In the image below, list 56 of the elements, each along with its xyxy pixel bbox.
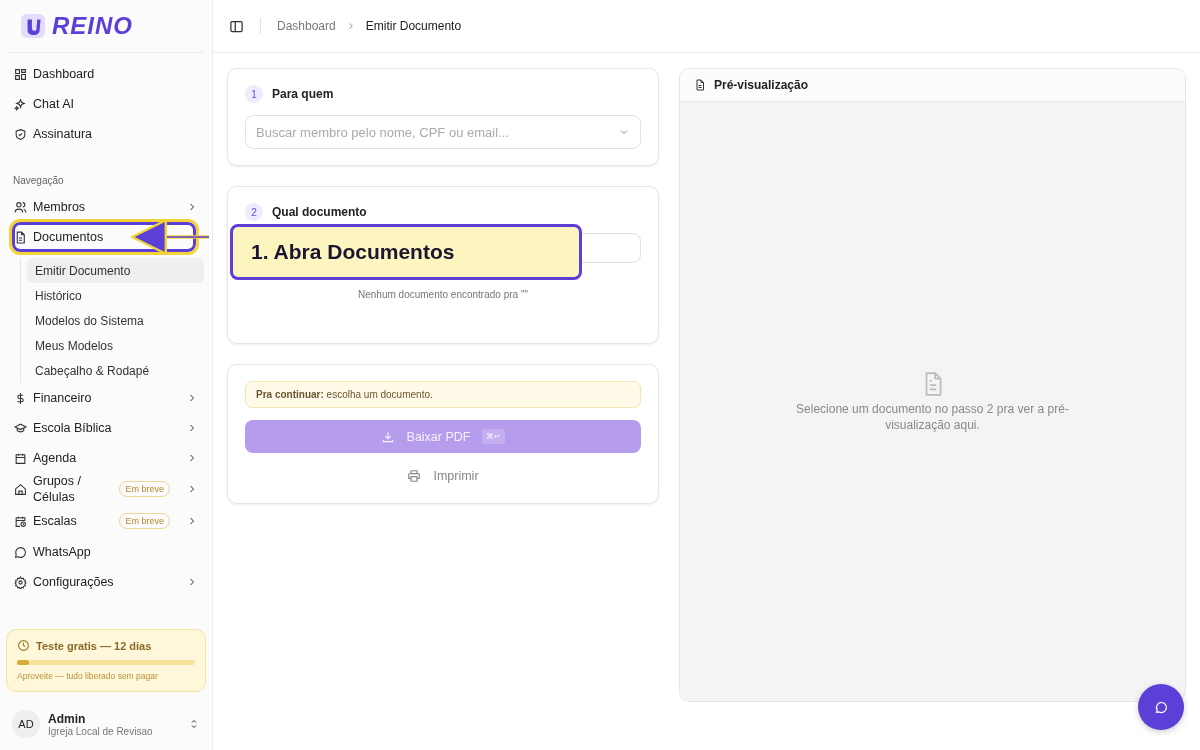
sidebar-item[interactable]: Dashboard	[8, 59, 204, 89]
sidebar-item[interactable]: Chat AI	[8, 89, 204, 119]
notice-message: Pra continuar: escolha um documento.	[245, 381, 641, 408]
trial-note: Aproveite — tudo liberado sem pagar	[17, 671, 159, 681]
calendar-icon	[14, 451, 27, 465]
sidebar-item[interactable]: Agenda	[8, 443, 204, 473]
tutorial-tooltip: 1. Abra Documentos	[230, 224, 582, 280]
sidebar-subitem[interactable]: Cabeçalho & Rodapé	[27, 358, 204, 383]
avatar: AD	[12, 710, 40, 738]
chat-button[interactable]	[1138, 684, 1184, 730]
section-title: Navegação	[12, 174, 65, 188]
grid-icon	[14, 67, 27, 81]
clock-icon	[17, 639, 30, 652]
preview-empty-message: Selecione um documento no passo 2 pra ver a pré-visualização aqui.	[795, 400, 1070, 433]
users-icon	[14, 200, 27, 214]
graduation-cap-icon	[14, 421, 27, 435]
sidebar-item[interactable]: Escalas Em breve	[8, 505, 204, 537]
home-icon	[14, 482, 27, 496]
step-title: Para quem	[272, 87, 334, 101]
download-icon	[380, 429, 395, 444]
sidebar-item[interactable]: Membros	[8, 192, 204, 222]
chat-bubble-icon	[1153, 699, 1169, 715]
document-icon	[14, 230, 27, 244]
shield-icon	[14, 127, 27, 141]
user-menu[interactable]: AD Admin Igreja Local de Revisao	[0, 700, 212, 750]
dollar-icon	[14, 391, 27, 405]
sparkle-icon	[14, 97, 27, 111]
chat-bubble-icon	[14, 545, 27, 559]
step-number: 2	[245, 203, 263, 221]
step-title: Qual documento	[272, 205, 367, 219]
user-org: Igreja Local de Revisao	[48, 725, 154, 737]
gear-icon	[14, 575, 27, 589]
logo-icon	[20, 13, 46, 39]
step-number: 1	[245, 85, 263, 103]
document-icon	[694, 79, 706, 91]
sidebar-subitem[interactable]: Emitir Documento	[27, 258, 204, 283]
sidebar-item[interactable]: WhatsApp	[8, 537, 204, 567]
shortcut-key: ⌘↵	[482, 429, 506, 444]
user-name: Admin	[48, 711, 87, 726]
sidebar-item[interactable]: Grupos / Células Em breve	[8, 473, 204, 505]
sidebar-subitem[interactable]: Modelos do Sistema	[27, 308, 204, 333]
sidebar-toggle-icon[interactable]	[229, 18, 244, 34]
sidebar-item[interactable]: Escola Bíblica	[8, 413, 204, 443]
brand-name: REINO	[52, 12, 133, 40]
sidebar-item[interactable]: Assinatura	[8, 119, 204, 149]
empty-message: Nenhum documento encontrado pra ""	[357, 289, 529, 300]
printer-icon	[407, 469, 422, 483]
trial-title: Teste gratis — 12 dias	[36, 639, 152, 652]
preview-title: Pré-visualização	[714, 78, 809, 92]
breadcrumb-item[interactable]: Dashboard	[277, 19, 336, 33]
sidebar-item[interactable]: Configurações	[8, 567, 204, 597]
sidebar-subitem[interactable]: Meus Modelos	[27, 333, 204, 358]
breadcrumb-item: Emitir Documento	[365, 19, 462, 33]
sidebar-subitem[interactable]: Histórico	[27, 283, 204, 308]
sidebar-item[interactable]: Financeiro	[8, 383, 204, 413]
calendar-clock-icon	[14, 514, 27, 528]
